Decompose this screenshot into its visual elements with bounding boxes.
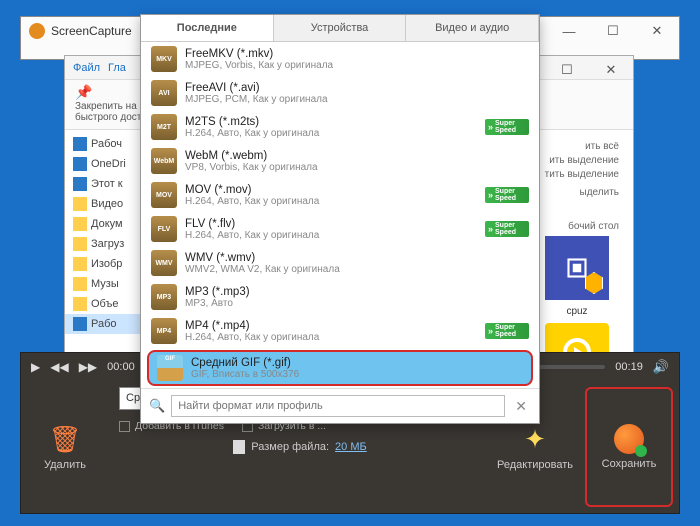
format-item[interactable]: M2T M2TS (*.m2ts) H.264, Авто, Как у ори… bbox=[141, 110, 539, 144]
format-name: FLV (*.flv) bbox=[185, 218, 477, 230]
format-badge-icon: MKV bbox=[151, 46, 177, 72]
filesize-value[interactable]: 20 МБ bbox=[335, 441, 367, 453]
format-name: M2TS (*.m2ts) bbox=[185, 116, 477, 128]
explorer-select-menu: ить всё ить выделение тить выделение ыде… bbox=[545, 140, 619, 234]
app-icon bbox=[29, 23, 45, 39]
app-title: ScreenCapture bbox=[51, 24, 132, 38]
format-badge-icon: WebM bbox=[151, 148, 177, 174]
format-item[interactable]: MOV MOV (*.mov) H.264, Авто, Как у ориги… bbox=[141, 178, 539, 212]
format-name: MOV (*.mov) bbox=[185, 184, 477, 196]
format-name: WebM (*.webm) bbox=[185, 150, 529, 162]
tab-devices[interactable]: Устройства bbox=[274, 15, 407, 41]
superspeed-badge: Super Speed bbox=[485, 221, 529, 237]
format-badge-icon: FLV bbox=[151, 216, 177, 242]
format-search-input[interactable] bbox=[171, 395, 505, 417]
trash-icon: 🗑 bbox=[48, 424, 81, 455]
save-icon bbox=[614, 424, 644, 454]
format-badge-icon: WMV bbox=[151, 250, 177, 276]
prev-frame-button[interactable]: ◀◀ bbox=[50, 360, 68, 374]
minimize-button[interactable]: — bbox=[547, 17, 591, 45]
format-name: Средний GIF (*.gif) bbox=[191, 357, 523, 369]
format-detail: MJPEG, Vorbis, Как у оригинала bbox=[185, 60, 529, 71]
search-icon: 🔍 bbox=[149, 398, 165, 414]
volume-icon[interactable]: 🔊 bbox=[653, 359, 669, 375]
format-item[interactable]: WMV WMV (*.wmv) WMV2, WMA V2, Как у ориг… bbox=[141, 246, 539, 280]
tile-label: cpuz bbox=[566, 306, 587, 317]
superspeed-badge: Super Speed bbox=[485, 187, 529, 203]
format-item[interactable]: MKV FreeMKV (*.mkv) MJPEG, Vorbis, Как у… bbox=[141, 42, 539, 76]
format-detail: H.264, Авто, Как у оригинала bbox=[185, 230, 477, 241]
format-name: FreeAVI (*.avi) bbox=[185, 82, 529, 94]
format-name: MP3 (*.mp3) bbox=[185, 286, 529, 298]
play-button[interactable]: ▶ bbox=[31, 360, 40, 374]
pin-icon: 📌 bbox=[75, 84, 92, 100]
format-item[interactable]: MP4 MP4 (*.mp4) H.264, Авто, Как у ориги… bbox=[141, 314, 539, 348]
format-badge-icon: MP3 bbox=[151, 284, 177, 310]
close-button[interactable]: ✕ bbox=[635, 17, 679, 45]
superspeed-badge: Super Speed bbox=[485, 119, 529, 135]
format-detail: GIF, Вписать в 500x376 bbox=[191, 369, 523, 380]
format-detail: H.264, Авто, Как у оригинала bbox=[185, 128, 477, 139]
filesize-label: Размер файла: bbox=[251, 441, 329, 453]
explorer-max-button[interactable]: ☐ bbox=[545, 56, 589, 84]
tab-video-audio[interactable]: Видео и аудио bbox=[406, 15, 539, 41]
tile-cpuz[interactable] bbox=[545, 236, 609, 300]
format-item[interactable]: MP3 MP3 (*.mp3) MP3, Авто bbox=[141, 280, 539, 314]
tab-recent[interactable]: Последние bbox=[141, 15, 274, 41]
format-badge-icon: M2T bbox=[151, 114, 177, 140]
format-detail: MJPEG, PCM, Как у оригинала bbox=[185, 94, 529, 105]
ribbon-tab-home[interactable]: Гла bbox=[108, 62, 126, 74]
ribbon-tab-file[interactable]: Файл bbox=[73, 62, 100, 74]
maximize-button[interactable]: ☐ bbox=[591, 17, 635, 45]
format-detail: H.264, Авто, Как у оригинала bbox=[185, 196, 477, 207]
format-badge-icon: AVI bbox=[151, 80, 177, 106]
format-detail: VP8, Vorbis, Как у оригинала bbox=[185, 162, 529, 173]
format-badge-icon: MOV bbox=[151, 182, 177, 208]
clear-search-button[interactable]: ✕ bbox=[511, 398, 531, 415]
save-button[interactable]: Сохранить bbox=[585, 387, 673, 507]
document-icon bbox=[233, 440, 245, 454]
format-name: WMV (*.wmv) bbox=[185, 252, 529, 264]
format-name: MP4 (*.mp4) bbox=[185, 320, 477, 332]
format-item-selected[interactable]: GIF Средний GIF (*.gif) GIF, Вписать в 5… bbox=[147, 350, 533, 386]
format-item[interactable]: WebM WebM (*.webm) VP8, Vorbis, Как у ор… bbox=[141, 144, 539, 178]
explorer-close-button[interactable]: ✕ bbox=[589, 56, 633, 84]
time-total: 00:19 bbox=[615, 361, 643, 373]
time-current: 00:00 bbox=[107, 361, 135, 373]
next-frame-button[interactable]: ▶▶ bbox=[79, 360, 97, 374]
format-name: FreeMKV (*.mkv) bbox=[185, 48, 529, 60]
format-item[interactable]: AVI FreeAVI (*.avi) MJPEG, PCM, Как у ор… bbox=[141, 76, 539, 110]
superspeed-badge: Super Speed bbox=[485, 323, 529, 339]
format-item[interactable]: FLV FLV (*.flv) H.264, Авто, Как у ориги… bbox=[141, 212, 539, 246]
format-detail: MP3, Авто bbox=[185, 298, 529, 309]
format-badge-icon: MP4 bbox=[151, 318, 177, 344]
format-dropdown: Последние Устройства Видео и аудио MKV F… bbox=[140, 14, 540, 424]
delete-button[interactable]: 🗑 Удалить bbox=[21, 381, 109, 513]
format-detail: H.264, Авто, Как у оригинала bbox=[185, 332, 477, 343]
format-detail: WMV2, WMA V2, Как у оригинала bbox=[185, 264, 529, 275]
wand-icon: ✦ bbox=[524, 424, 546, 455]
gif-icon: GIF bbox=[157, 355, 183, 381]
